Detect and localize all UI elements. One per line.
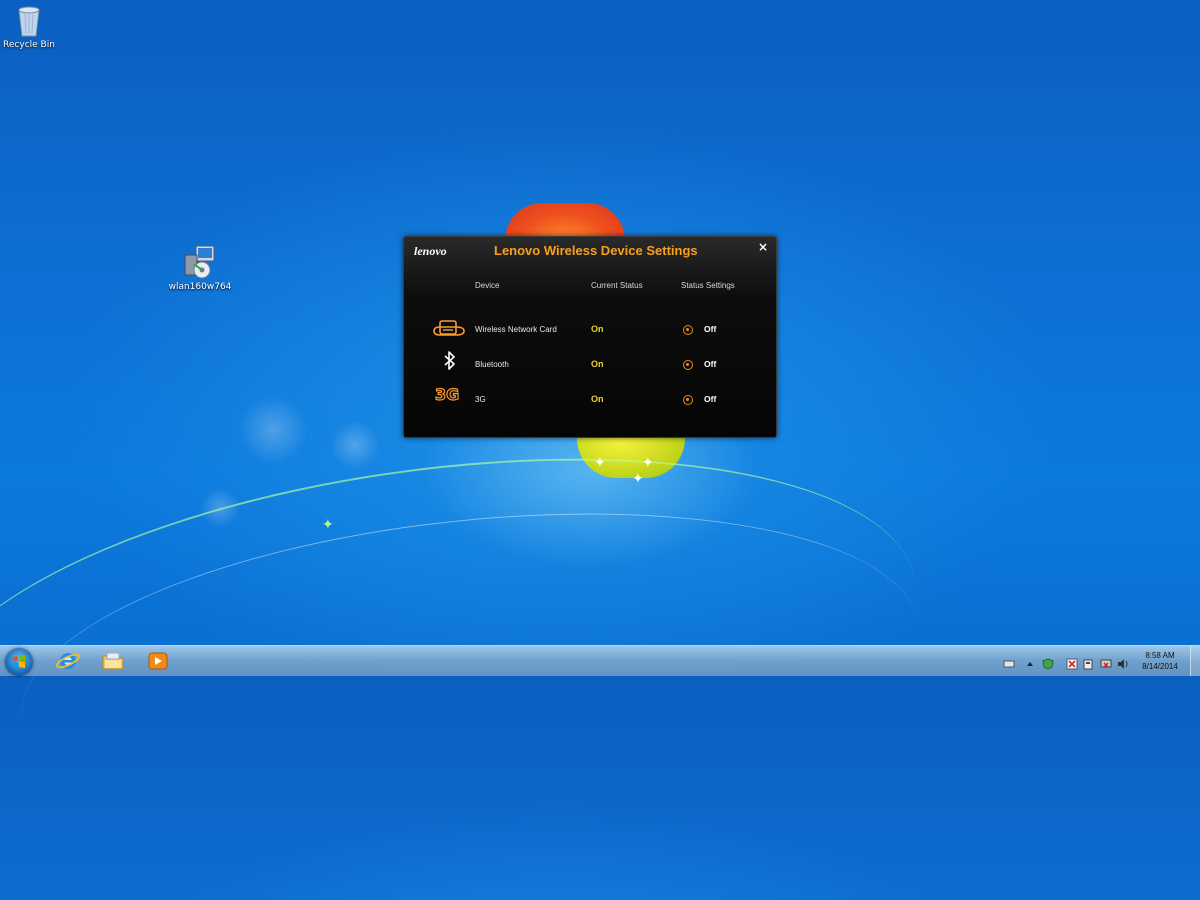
wireless-settings-dialog: lenovo Lenovo Wireless Device Settings ×… xyxy=(403,236,777,438)
status-toggle-radio[interactable] xyxy=(683,395,693,405)
shield-icon[interactable] xyxy=(1042,655,1054,670)
3g-icon: 3G xyxy=(432,383,466,405)
installer-shortcut[interactable]: wlan160w764 xyxy=(165,244,235,292)
svg-text:3G: 3G xyxy=(435,385,459,404)
keyboard-icon[interactable] xyxy=(1003,655,1015,668)
recycle-bin-shortcut[interactable]: Recycle Bin xyxy=(0,4,64,50)
header-device: Device xyxy=(475,281,500,290)
installer-icon xyxy=(182,244,218,280)
status-setting-label[interactable]: Off xyxy=(704,394,716,404)
action-center-flag-icon[interactable] xyxy=(1066,655,1078,670)
installer-label: wlan160w764 xyxy=(168,282,232,292)
header-current-status: Current Status xyxy=(591,281,643,290)
windows-logo-icon xyxy=(13,655,25,668)
status-setting-label[interactable]: Off xyxy=(704,324,716,334)
media-player-button[interactable] xyxy=(145,649,171,673)
status-toggle-radio[interactable] xyxy=(683,360,693,370)
network-icon[interactable] xyxy=(1100,655,1112,668)
device-status: On xyxy=(591,394,604,404)
header-status-settings: Status Settings xyxy=(681,281,735,290)
clock[interactable]: 8:58 AM 8/14/2014 xyxy=(1135,650,1185,672)
clock-date: 8/14/2014 xyxy=(1142,662,1178,671)
status-toggle-radio[interactable] xyxy=(683,325,693,335)
clock-time: 8:58 AM xyxy=(1145,651,1175,660)
device-status: On xyxy=(591,359,604,369)
bluetooth-icon xyxy=(432,350,466,372)
recycle-bin-label: Recycle Bin xyxy=(3,40,55,50)
taskbar: 8:58 AM 8/14/2014 xyxy=(0,645,1200,676)
device-name: Bluetooth xyxy=(475,360,509,369)
status-setting-label[interactable]: Off xyxy=(704,359,716,369)
close-button[interactable]: × xyxy=(756,240,770,254)
internet-explorer-button[interactable] xyxy=(55,649,81,673)
device-manager-icon[interactable] xyxy=(1082,655,1094,670)
dialog-title: Lenovo Wireless Device Settings xyxy=(494,243,698,258)
chevron-up-icon[interactable] xyxy=(1024,655,1036,667)
start-button[interactable] xyxy=(5,648,33,676)
device-status: On xyxy=(591,324,604,334)
lenovo-logo: lenovo xyxy=(414,244,447,258)
device-name: Wireless Network Card xyxy=(475,325,557,334)
volume-icon[interactable] xyxy=(1117,655,1129,669)
system-tray xyxy=(1000,652,1130,670)
internet-explorer-icon xyxy=(56,653,80,669)
file-explorer-button[interactable] xyxy=(100,649,126,673)
recycle-bin-icon xyxy=(16,4,42,38)
file-explorer-icon xyxy=(102,652,124,670)
wifi-card-icon xyxy=(432,318,466,340)
media-player-icon xyxy=(148,652,168,670)
device-name: 3G xyxy=(475,395,486,404)
show-desktop-button[interactable] xyxy=(1190,646,1200,676)
